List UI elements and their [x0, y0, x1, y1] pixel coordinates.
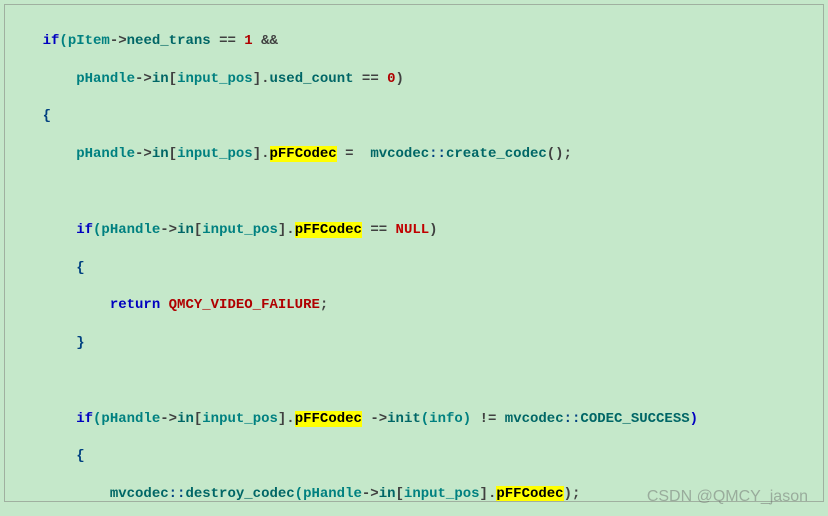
code-line: if(pHandle->in[input_pos].pFFCodec == NU…	[9, 221, 819, 240]
keyword-if: if	[43, 33, 60, 49]
code-line: return QMCY_VIDEO_FAILURE;	[9, 296, 819, 315]
code-line	[9, 183, 819, 202]
code-block: if(pItem->need_trans == 1 && pHandle->in…	[4, 4, 824, 502]
code-line: pHandle->in[input_pos].used_count == 0)	[9, 70, 819, 89]
code-line	[9, 372, 819, 391]
code-line: if(pHandle->in[input_pos].pFFCodec ->ini…	[9, 410, 819, 429]
code-line: if(pItem->need_trans == 1 &&	[9, 32, 819, 51]
highlight-pffcodec: pFFCodec	[270, 146, 337, 162]
code-line: pHandle->in[input_pos].pFFCodec = mvcode…	[9, 145, 819, 164]
code-line: {	[9, 259, 819, 278]
highlight-pffcodec: pFFCodec	[496, 486, 563, 502]
code-line: {	[9, 107, 819, 126]
highlight-pffcodec: pFFCodec	[295, 411, 362, 427]
code-line: mvcodec::destroy_codec(pHandle->in[input…	[9, 485, 819, 502]
code-line: }	[9, 334, 819, 353]
highlight-pffcodec: pFFCodec	[295, 222, 362, 238]
code-line: {	[9, 447, 819, 466]
